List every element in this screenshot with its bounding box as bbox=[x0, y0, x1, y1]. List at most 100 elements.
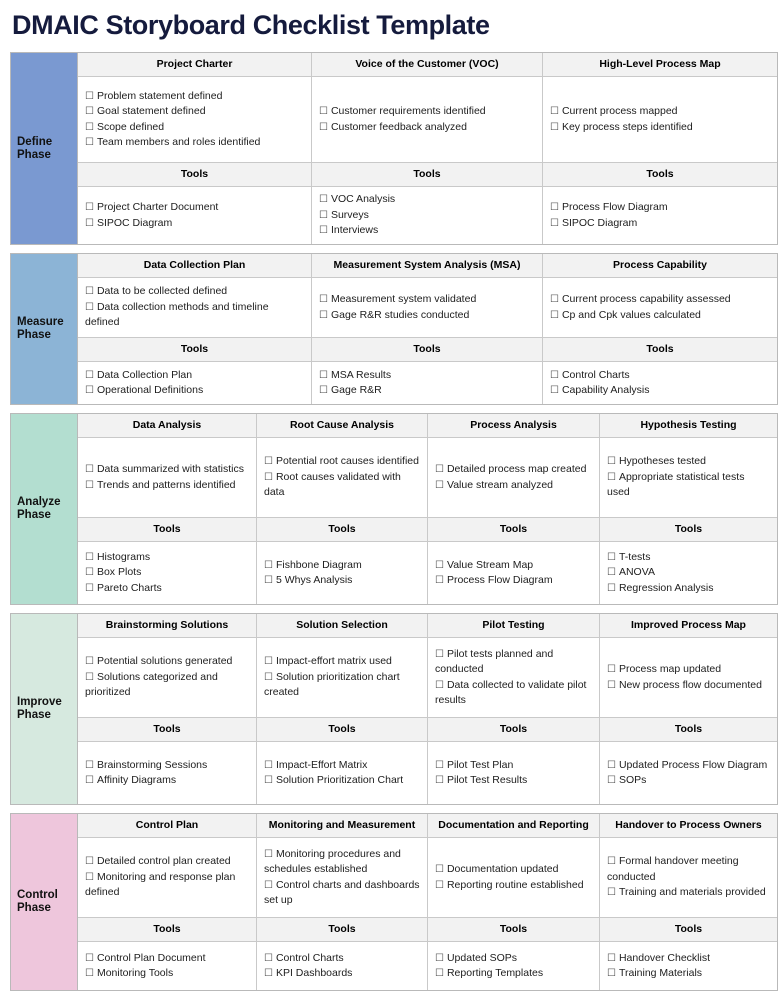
checkbox-icon[interactable]: ☐ bbox=[607, 680, 616, 691]
checklist-item[interactable]: ☐ Detailed control plan created bbox=[85, 854, 249, 870]
checkbox-icon[interactable]: ☐ bbox=[264, 968, 273, 979]
checkbox-icon[interactable]: ☐ bbox=[607, 664, 616, 675]
checkbox-icon[interactable]: ☐ bbox=[607, 968, 616, 979]
tools-item[interactable]: ☐ Project Charter Document bbox=[85, 200, 304, 216]
checkbox-icon[interactable]: ☐ bbox=[85, 872, 94, 883]
checkbox-icon[interactable]: ☐ bbox=[264, 849, 273, 860]
tools-item[interactable]: ☐ Process Flow Diagram bbox=[550, 200, 770, 216]
tools-item[interactable]: ☐ Control Plan Document bbox=[85, 951, 249, 967]
checklist-item[interactable]: ☐ Solution prioritization chart created bbox=[264, 670, 420, 701]
checkbox-icon[interactable]: ☐ bbox=[85, 218, 94, 229]
checklist-item[interactable]: ☐ Training and materials provided bbox=[607, 885, 770, 901]
checklist-item[interactable]: ☐ Reporting routine established bbox=[435, 878, 592, 894]
tools-item[interactable]: ☐ Updated SOPs bbox=[435, 951, 592, 967]
checkbox-icon[interactable]: ☐ bbox=[435, 775, 444, 786]
tools-item[interactable]: ☐ Process Flow Diagram bbox=[435, 573, 592, 589]
checkbox-icon[interactable]: ☐ bbox=[85, 137, 94, 148]
checkbox-icon[interactable]: ☐ bbox=[85, 122, 94, 133]
checklist-item[interactable]: ☐ Data to be collected defined bbox=[85, 284, 304, 300]
tools-item[interactable]: ☐ Fishbone Diagram bbox=[264, 558, 420, 574]
checkbox-icon[interactable]: ☐ bbox=[319, 194, 328, 205]
tools-item[interactable]: ☐ Capability Analysis bbox=[550, 383, 770, 399]
checkbox-icon[interactable]: ☐ bbox=[85, 385, 94, 396]
checklist-item[interactable]: ☐ Key process steps identified bbox=[550, 120, 770, 136]
checklist-item[interactable]: ☐ Data collection methods and timeline de… bbox=[85, 300, 304, 331]
checklist-item[interactable]: ☐ Formal handover meeting conducted bbox=[607, 854, 770, 885]
checkbox-icon[interactable]: ☐ bbox=[435, 575, 444, 586]
checkbox-icon[interactable]: ☐ bbox=[607, 456, 616, 467]
checklist-item[interactable]: ☐ Potential root causes identified bbox=[264, 454, 420, 470]
checklist-item[interactable]: ☐ Problem statement defined bbox=[85, 89, 304, 105]
checkbox-icon[interactable]: ☐ bbox=[85, 302, 94, 313]
checkbox-icon[interactable]: ☐ bbox=[435, 760, 444, 771]
checkbox-icon[interactable]: ☐ bbox=[607, 760, 616, 771]
checkbox-icon[interactable]: ☐ bbox=[264, 656, 273, 667]
tools-item[interactable]: ☐ ANOVA bbox=[607, 565, 770, 581]
tools-item[interactable]: ☐ Impact-Effort Matrix bbox=[264, 758, 420, 774]
checklist-item[interactable]: ☐ Hypotheses tested bbox=[607, 454, 770, 470]
tools-item[interactable]: ☐ Value Stream Map bbox=[435, 558, 592, 574]
checkbox-icon[interactable]: ☐ bbox=[264, 560, 273, 571]
tools-item[interactable]: ☐ Updated Process Flow Diagram bbox=[607, 758, 770, 774]
checkbox-icon[interactable]: ☐ bbox=[607, 953, 616, 964]
checklist-item[interactable]: ☐ Process map updated bbox=[607, 662, 770, 678]
checkbox-icon[interactable]: ☐ bbox=[319, 122, 328, 133]
checkbox-icon[interactable]: ☐ bbox=[85, 856, 94, 867]
tools-item[interactable]: ☐ Operational Definitions bbox=[85, 383, 304, 399]
tools-item[interactable]: ☐ SIPOC Diagram bbox=[550, 216, 770, 232]
checkbox-icon[interactable]: ☐ bbox=[85, 656, 94, 667]
checklist-item[interactable]: ☐ Monitoring and response plan defined bbox=[85, 870, 249, 901]
checkbox-icon[interactable]: ☐ bbox=[85, 370, 94, 381]
checkbox-icon[interactable]: ☐ bbox=[319, 294, 328, 305]
tools-item[interactable]: ☐ Pilot Test Plan bbox=[435, 758, 592, 774]
checkbox-icon[interactable]: ☐ bbox=[607, 552, 616, 563]
tools-item[interactable]: ☐ Box Plots bbox=[85, 565, 249, 581]
checklist-item[interactable]: ☐ Current process mapped bbox=[550, 104, 770, 120]
tools-item[interactable]: ☐ SIPOC Diagram bbox=[85, 216, 304, 232]
tools-item[interactable]: ☐ Surveys bbox=[319, 208, 535, 224]
tools-item[interactable]: ☐ Brainstorming Sessions bbox=[85, 758, 249, 774]
checkbox-icon[interactable]: ☐ bbox=[85, 583, 94, 594]
checklist-item[interactable]: ☐ Trends and patterns identified bbox=[85, 478, 249, 494]
checklist-item[interactable]: ☐ Data collected to validate pilot result… bbox=[435, 678, 592, 709]
checkbox-icon[interactable]: ☐ bbox=[550, 122, 559, 133]
checkbox-icon[interactable]: ☐ bbox=[319, 225, 328, 236]
tools-item[interactable]: ☐ Solution Prioritization Chart bbox=[264, 773, 420, 789]
tools-item[interactable]: ☐ Pilot Test Results bbox=[435, 773, 592, 789]
checklist-item[interactable]: ☐ New process flow documented bbox=[607, 678, 770, 694]
checkbox-icon[interactable]: ☐ bbox=[85, 775, 94, 786]
checkbox-icon[interactable]: ☐ bbox=[319, 210, 328, 221]
checkbox-icon[interactable]: ☐ bbox=[85, 286, 94, 297]
checklist-item[interactable]: ☐ Goal statement defined bbox=[85, 104, 304, 120]
tools-item[interactable]: ☐ MSA Results bbox=[319, 368, 535, 384]
checkbox-icon[interactable]: ☐ bbox=[550, 310, 559, 321]
checklist-item[interactable]: ☐ Customer feedback analyzed bbox=[319, 120, 535, 136]
checkbox-icon[interactable]: ☐ bbox=[550, 202, 559, 213]
checkbox-icon[interactable]: ☐ bbox=[85, 760, 94, 771]
tools-item[interactable]: ☐ Affinity Diagrams bbox=[85, 773, 249, 789]
checkbox-icon[interactable]: ☐ bbox=[435, 680, 444, 691]
checklist-item[interactable]: ☐ Root causes validated with data bbox=[264, 470, 420, 501]
checkbox-icon[interactable]: ☐ bbox=[607, 775, 616, 786]
checkbox-icon[interactable]: ☐ bbox=[435, 480, 444, 491]
checkbox-icon[interactable]: ☐ bbox=[319, 385, 328, 396]
tools-item[interactable]: ☐ SOPs bbox=[607, 773, 770, 789]
tools-item[interactable]: ☐ Reporting Templates bbox=[435, 966, 592, 982]
checkbox-icon[interactable]: ☐ bbox=[264, 472, 273, 483]
checkbox-icon[interactable]: ☐ bbox=[435, 649, 444, 660]
checkbox-icon[interactable]: ☐ bbox=[264, 880, 273, 891]
checkbox-icon[interactable]: ☐ bbox=[435, 864, 444, 875]
tools-item[interactable]: ☐ VOC Analysis bbox=[319, 192, 535, 208]
checkbox-icon[interactable]: ☐ bbox=[264, 760, 273, 771]
checkbox-icon[interactable]: ☐ bbox=[435, 968, 444, 979]
tools-item[interactable]: ☐ 5 Whys Analysis bbox=[264, 573, 420, 589]
checklist-item[interactable]: ☐ Potential solutions generated bbox=[85, 654, 249, 670]
checkbox-icon[interactable]: ☐ bbox=[435, 464, 444, 475]
checkbox-icon[interactable]: ☐ bbox=[264, 953, 273, 964]
tools-item[interactable]: ☐ Training Materials bbox=[607, 966, 770, 982]
checkbox-icon[interactable]: ☐ bbox=[550, 385, 559, 396]
tools-item[interactable]: ☐ Data Collection Plan bbox=[85, 368, 304, 384]
checklist-item[interactable]: ☐ Cp and Cpk values calculated bbox=[550, 308, 770, 324]
checkbox-icon[interactable]: ☐ bbox=[85, 480, 94, 491]
checkbox-icon[interactable]: ☐ bbox=[264, 456, 273, 467]
